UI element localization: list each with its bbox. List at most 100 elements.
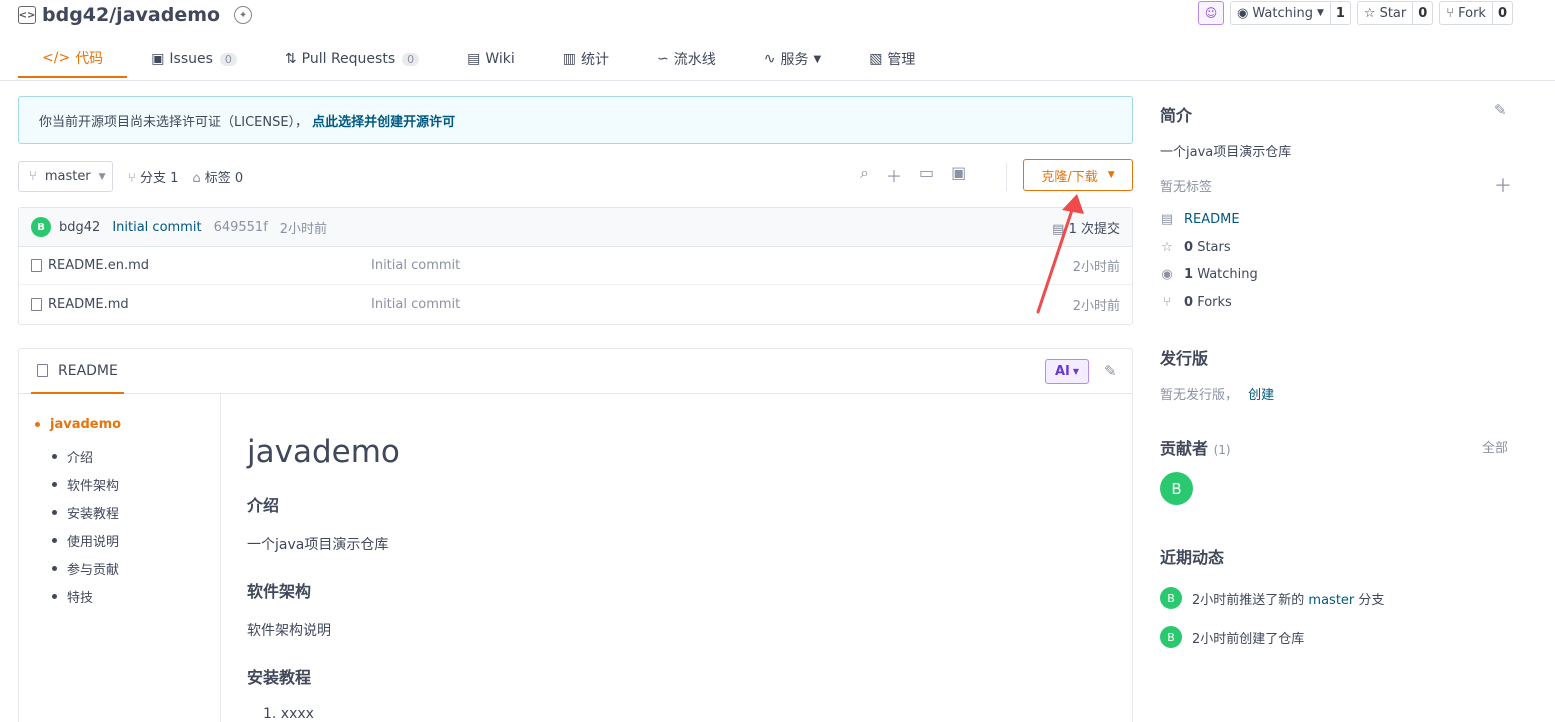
tab-pull-requests[interactable]: ⇅ Pull Requests 0: [261, 40, 443, 78]
readme-section-title: 安装教程: [247, 668, 312, 687]
release-title: 发行版: [1160, 349, 1209, 368]
tab-wiki[interactable]: ▤ Wiki: [443, 40, 539, 78]
pipeline-icon: ∽: [657, 51, 669, 67]
star-count[interactable]: 0: [1412, 2, 1432, 24]
fork-button[interactable]: ⑂ Fork 0: [1439, 1, 1513, 25]
watching-row[interactable]: ◉ 1 Watching: [1160, 267, 1257, 282]
ai-button[interactable]: AI ▼: [1045, 359, 1089, 384]
repo-actions: ☺ ◉ Watching ▼ 1 ☆ Star 0 ⑂ Fork 0: [1198, 1, 1513, 25]
no-tags: 暂无标签: [1160, 180, 1213, 195]
branch-meta: ⑂ 分支 1 ⌂ 标签 0: [128, 161, 243, 192]
deploy-icon[interactable]: ▣: [951, 163, 966, 187]
readme-paragraph: 软件架构说明: [247, 623, 331, 639]
watch-button[interactable]: ◉ Watching ▼ 1: [1230, 1, 1351, 25]
contributors-all-link[interactable]: 全部: [1482, 437, 1508, 456]
intro-text: 一个java项目演示仓库: [1160, 145, 1292, 160]
activity-item: B 2小时前创建了仓库: [1160, 626, 1304, 648]
file-icon: [37, 364, 48, 377]
code-icon: </>: [42, 50, 71, 66]
plus-icon[interactable]: ＋: [886, 163, 902, 187]
tags-link[interactable]: ⌂ 标签 0: [192, 167, 243, 186]
toc-item[interactable]: 参与贡献: [35, 554, 220, 582]
stars-row[interactable]: ☆ 0 Stars: [1160, 240, 1230, 255]
repo-header: <> bdg42/javademo ✦: [18, 4, 253, 26]
edit-icon[interactable]: ✎: [1104, 362, 1117, 380]
file-commit-message[interactable]: Initial commit: [371, 297, 460, 312]
toc-item[interactable]: 使用说明: [35, 526, 220, 554]
commit-author[interactable]: bdg42: [59, 220, 100, 235]
file-table: B bdg42 Initial commit 649551f 2小时前 ▤ 1 …: [18, 207, 1133, 325]
author-avatar[interactable]: B: [31, 217, 51, 237]
file-icon: [31, 297, 42, 311]
forks-row[interactable]: ⑂ 0 Forks: [1160, 295, 1232, 310]
wiki-icon: ▤: [467, 51, 481, 67]
create-release-link[interactable]: 创建: [1248, 388, 1274, 403]
toc-item[interactable]: 介绍: [35, 442, 220, 470]
commit-time: 2小时前: [279, 221, 328, 237]
tab-stats[interactable]: ▥ 统计: [539, 40, 633, 78]
chart-icon: ▥: [562, 51, 577, 67]
verified-badge-icon[interactable]: ✦: [234, 6, 253, 24]
star-button[interactable]: ☆ Star 0: [1356, 1, 1434, 25]
table-row[interactable]: README.md Initial commit 2小时前: [19, 285, 1132, 323]
tab-pipeline[interactable]: ∽ 流水线: [633, 40, 740, 78]
eye-icon: ◉: [1237, 5, 1249, 21]
readme-link-row[interactable]: ▤ README: [1160, 212, 1240, 227]
monitor-icon[interactable]: ▭: [919, 163, 934, 187]
commit-message[interactable]: Initial commit: [112, 220, 201, 235]
activity-avatar[interactable]: B: [1160, 587, 1182, 609]
watch-count[interactable]: 1: [1329, 2, 1350, 24]
manage-icon: ▧: [869, 51, 883, 67]
readme-h1: javademo: [247, 434, 400, 470]
tab-code[interactable]: </> 代码: [18, 40, 128, 78]
activity-avatar[interactable]: B: [1160, 626, 1182, 648]
edit-icon[interactable]: ✎: [1494, 101, 1507, 119]
readme-tab[interactable]: README: [31, 349, 124, 394]
file-name[interactable]: README.md: [48, 297, 129, 312]
toc-item[interactable]: 软件架构: [35, 470, 220, 498]
license-create-link[interactable]: 点此选择并创建开源许可: [312, 111, 455, 130]
license-notice: 你当前开源项目尚未选择许可证（LICENSE）， 点此选择并创建开源许可: [18, 96, 1133, 144]
star-icon: ☆: [1161, 240, 1173, 255]
repo-title[interactable]: bdg42/javademo: [42, 4, 220, 26]
file-name[interactable]: README.en.md: [48, 258, 149, 273]
release-row: 暂无发行版， 创建: [1160, 388, 1275, 403]
toc-item[interactable]: 特技: [35, 582, 220, 610]
tab-manage[interactable]: ▧ 管理: [845, 40, 939, 78]
intro-title: 简介: [1160, 106, 1193, 125]
readme-header: README AI ▼ ✎: [19, 349, 1132, 394]
readme-link[interactable]: README: [1184, 212, 1240, 227]
activity-branch-link[interactable]: master: [1308, 593, 1354, 608]
pulse-icon: ∿: [763, 51, 776, 67]
tab-divider: [0, 80, 1555, 81]
toc-item[interactable]: 安装教程: [35, 498, 220, 526]
tab-services[interactable]: ∿ 服务 ▼: [740, 40, 845, 78]
readme-panel: README AI ▼ ✎ javademo 介绍 软件架构 安装教程 使用说明…: [18, 348, 1133, 722]
issues-icon: ▣: [151, 51, 165, 67]
file-commit-message[interactable]: Initial commit: [371, 258, 460, 273]
branches-link[interactable]: ⑂ 分支 1: [128, 167, 178, 186]
file-icon: [31, 259, 42, 272]
caret-down-icon: ▼: [813, 53, 822, 65]
fork-count[interactable]: 0: [1491, 2, 1512, 24]
tab-issues[interactable]: ▣ Issues 0: [127, 40, 261, 78]
fork-icon: ⑂: [1446, 5, 1455, 21]
table-row[interactable]: README.en.md Initial commit 2小时前: [19, 247, 1132, 285]
pull-request-icon: ⇅: [284, 51, 297, 67]
add-tag-icon[interactable]: ＋: [1494, 172, 1512, 198]
toc-item[interactable]: javademo: [35, 414, 220, 434]
activity-title: 近期动态: [1160, 548, 1225, 567]
book-icon: ▤: [1160, 212, 1174, 227]
annotation-arrow: [1036, 194, 1084, 314]
robot-icon[interactable]: ☺: [1198, 1, 1225, 25]
readme-paragraph: 一个java项目演示仓库: [247, 537, 389, 553]
clone-download-button[interactable]: 克隆/下载 ▼: [1023, 159, 1133, 191]
tool-divider: [1006, 163, 1007, 191]
contributor-avatar[interactable]: B: [1160, 472, 1193, 505]
latest-commit: B bdg42 Initial commit 649551f 2小时前 ▤ 1 …: [19, 208, 1132, 247]
branch-selector[interactable]: ⑂ master ▼: [18, 161, 113, 192]
search-icon[interactable]: ⌕: [860, 163, 869, 187]
commit-hash[interactable]: 649551f: [214, 220, 268, 235]
readme-list-item: 1. xxxx: [263, 706, 314, 722]
repo-code-icon: <>: [18, 6, 36, 24]
